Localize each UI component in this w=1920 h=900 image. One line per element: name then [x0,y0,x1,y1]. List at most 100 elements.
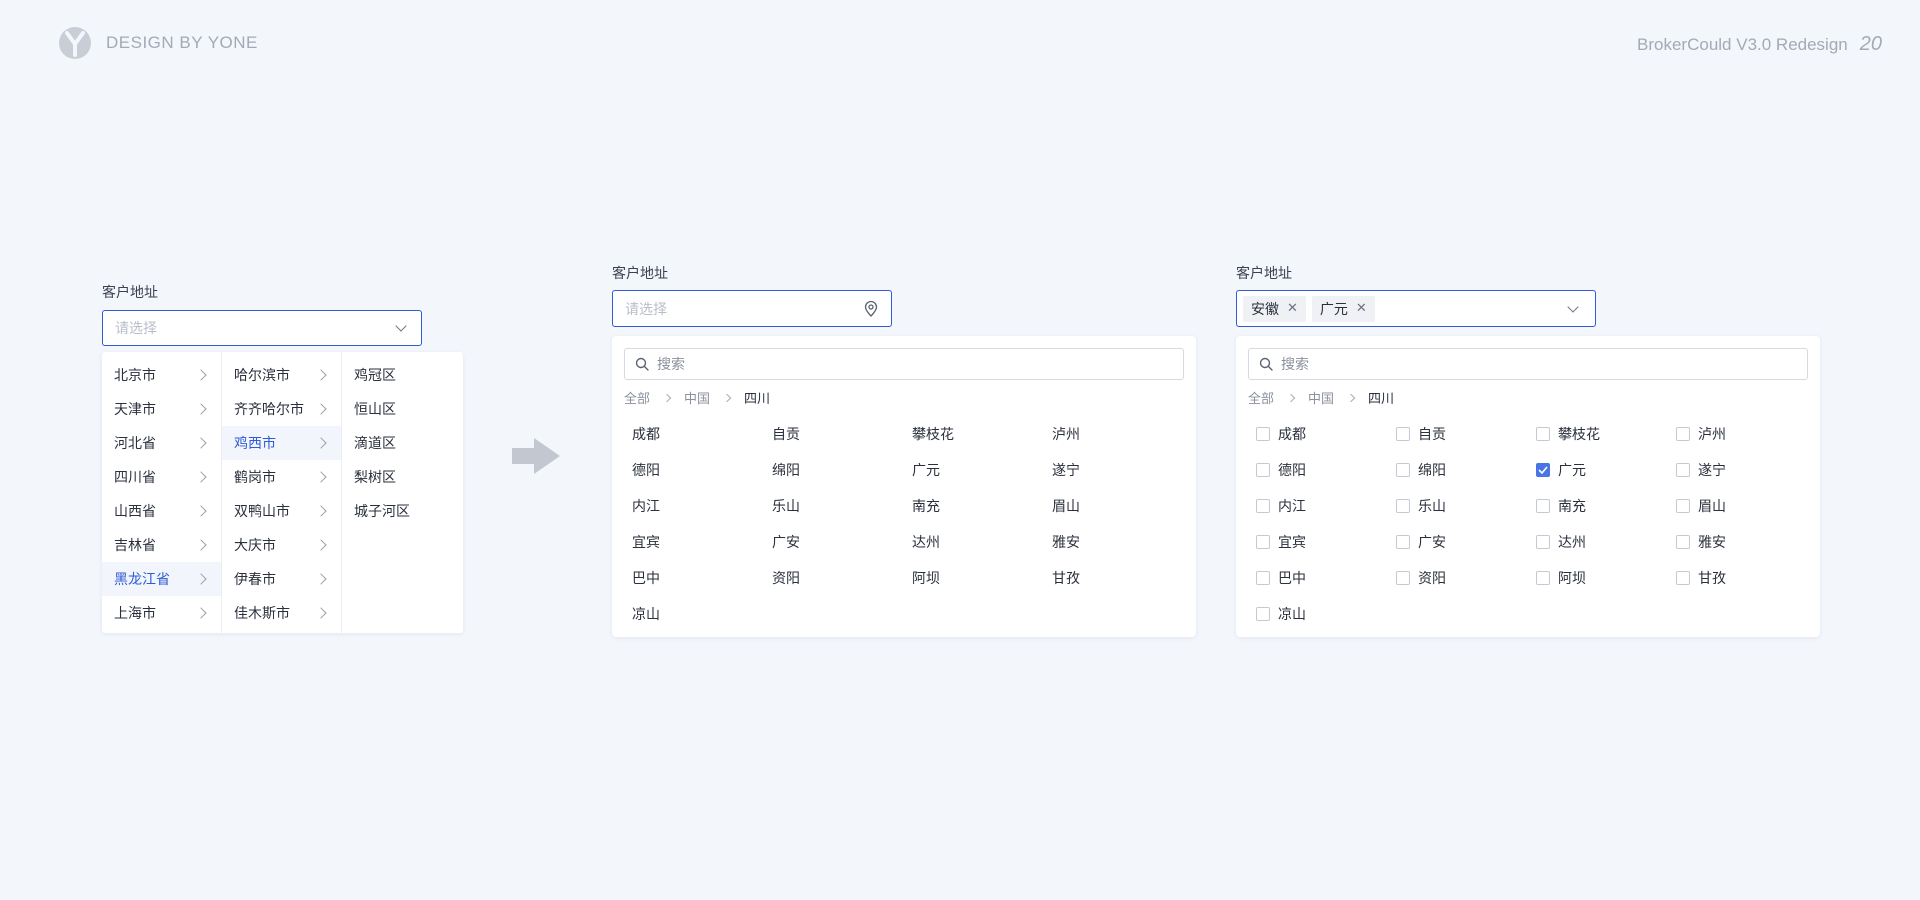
chevron-down-icon[interactable] [393,320,409,336]
checkbox[interactable] [1396,535,1410,549]
region-option[interactable]: 眉山 [1668,488,1808,524]
cascader-option[interactable]: 齐齐哈尔市 [222,392,341,426]
close-icon[interactable]: ✕ [1356,301,1367,316]
checkbox[interactable] [1396,499,1410,513]
checkbox[interactable] [1256,535,1270,549]
checkbox[interactable] [1676,535,1690,549]
search-input[interactable]: 搜索 [624,348,1184,380]
cascader-option[interactable]: 鸡冠区 [342,358,463,392]
checkbox[interactable] [1676,427,1690,441]
region-option[interactable]: 资阳 [1388,560,1528,596]
cascader-option[interactable]: 北京市 [102,358,221,392]
address-multiselect-input[interactable]: 安徽 ✕ 广元 ✕ [1236,290,1596,327]
region-option[interactable]: 成都 [624,416,764,452]
region-option[interactable]: 甘孜 [1668,560,1808,596]
cascader-option[interactable]: 伊春市 [222,562,341,596]
checkbox[interactable] [1536,571,1550,585]
checkbox[interactable] [1676,463,1690,477]
location-pin-icon[interactable] [863,300,879,317]
checkbox[interactable] [1256,607,1270,621]
cascader-option[interactable]: 鸡西市 [222,426,341,460]
region-option[interactable]: 宜宾 [1248,524,1388,560]
region-option[interactable]: 巴中 [624,560,764,596]
checkbox-checked[interactable] [1536,463,1550,477]
region-option[interactable]: 宜宾 [624,524,764,560]
breadcrumb-item[interactable]: 全部 [624,388,650,407]
checkbox[interactable] [1536,499,1550,513]
region-option[interactable]: 攀枝花 [904,416,1044,452]
cascader-option[interactable]: 佳木斯市 [222,596,341,630]
address-select-input[interactable]: 请选择 [102,310,422,346]
region-option[interactable]: 攀枝花 [1528,416,1668,452]
checkbox[interactable] [1256,571,1270,585]
region-option[interactable]: 遂宁 [1044,452,1184,488]
region-option[interactable]: 绵阳 [1388,452,1528,488]
region-option[interactable]: 南充 [1528,488,1668,524]
address-select-input[interactable]: 请选择 [612,290,892,327]
cascader-option[interactable]: 天津市 [102,392,221,426]
region-option[interactable]: 内江 [624,488,764,524]
region-option[interactable]: 德阳 [1248,452,1388,488]
checkbox[interactable] [1536,535,1550,549]
region-option[interactable]: 内江 [1248,488,1388,524]
region-option[interactable]: 广元 [1528,452,1668,488]
region-option[interactable]: 阿坝 [904,560,1044,596]
checkbox[interactable] [1536,427,1550,441]
breadcrumb-item[interactable]: 中国 [1308,388,1334,407]
region-option[interactable]: 乐山 [764,488,904,524]
region-option[interactable]: 雅安 [1668,524,1808,560]
region-option[interactable]: 广安 [764,524,904,560]
checkbox[interactable] [1396,571,1410,585]
cascader-option[interactable]: 恒山区 [342,392,463,426]
region-option[interactable]: 乐山 [1388,488,1528,524]
region-option[interactable]: 泸州 [1044,416,1184,452]
checkbox[interactable] [1396,427,1410,441]
region-option[interactable]: 广元 [904,452,1044,488]
checkbox[interactable] [1256,427,1270,441]
region-option[interactable]: 达州 [1528,524,1668,560]
region-option[interactable]: 眉山 [1044,488,1184,524]
cascader-option[interactable]: 吉林省 [102,528,221,562]
region-option[interactable]: 阿坝 [1528,560,1668,596]
cascader-option[interactable]: 城子河区 [342,494,463,528]
checkbox[interactable] [1396,463,1410,477]
cascader-option[interactable]: 四川省 [102,460,221,494]
breadcrumb-item[interactable]: 全部 [1248,388,1274,407]
region-option[interactable]: 达州 [904,524,1044,560]
region-option[interactable]: 自贡 [1388,416,1528,452]
cascader-option[interactable]: 双鸭山市 [222,494,341,528]
region-option[interactable]: 广安 [1388,524,1528,560]
checkbox[interactable] [1256,499,1270,513]
checkbox[interactable] [1256,463,1270,477]
region-option[interactable]: 泸州 [1668,416,1808,452]
region-option[interactable]: 甘孜 [1044,560,1184,596]
cascader-option[interactable]: 滴道区 [342,426,463,460]
region-option[interactable]: 遂宁 [1668,452,1808,488]
checkbox[interactable] [1676,499,1690,513]
region-option[interactable]: 雅安 [1044,524,1184,560]
region-option[interactable]: 德阳 [624,452,764,488]
breadcrumb-item: 四川 [1368,392,1395,407]
breadcrumb: 全部 中国 四川 [624,388,770,407]
cascader-option[interactable]: 大庆市 [222,528,341,562]
cascader-option[interactable]: 哈尔滨市 [222,358,341,392]
region-option[interactable]: 绵阳 [764,452,904,488]
cascader-option[interactable]: 鹤岗市 [222,460,341,494]
region-option[interactable]: 南充 [904,488,1044,524]
region-option[interactable]: 巴中 [1248,560,1388,596]
breadcrumb-item[interactable]: 中国 [684,388,710,407]
checkbox[interactable] [1676,571,1690,585]
close-icon[interactable]: ✕ [1287,301,1298,316]
region-option[interactable]: 凉山 [1248,596,1388,632]
cascader-option[interactable]: 梨树区 [342,460,463,494]
region-option[interactable]: 成都 [1248,416,1388,452]
cascader-option[interactable]: 黑龙江省 [102,562,221,596]
region-option[interactable]: 凉山 [624,596,764,632]
cascader-option[interactable]: 河北省 [102,426,221,460]
region-option[interactable]: 自贡 [764,416,904,452]
search-input[interactable]: 搜索 [1248,348,1808,380]
cascader-option[interactable]: 山西省 [102,494,221,528]
cascader-option[interactable]: 上海市 [102,596,221,630]
chevron-down-icon[interactable] [1565,300,1581,317]
region-option[interactable]: 资阳 [764,560,904,596]
